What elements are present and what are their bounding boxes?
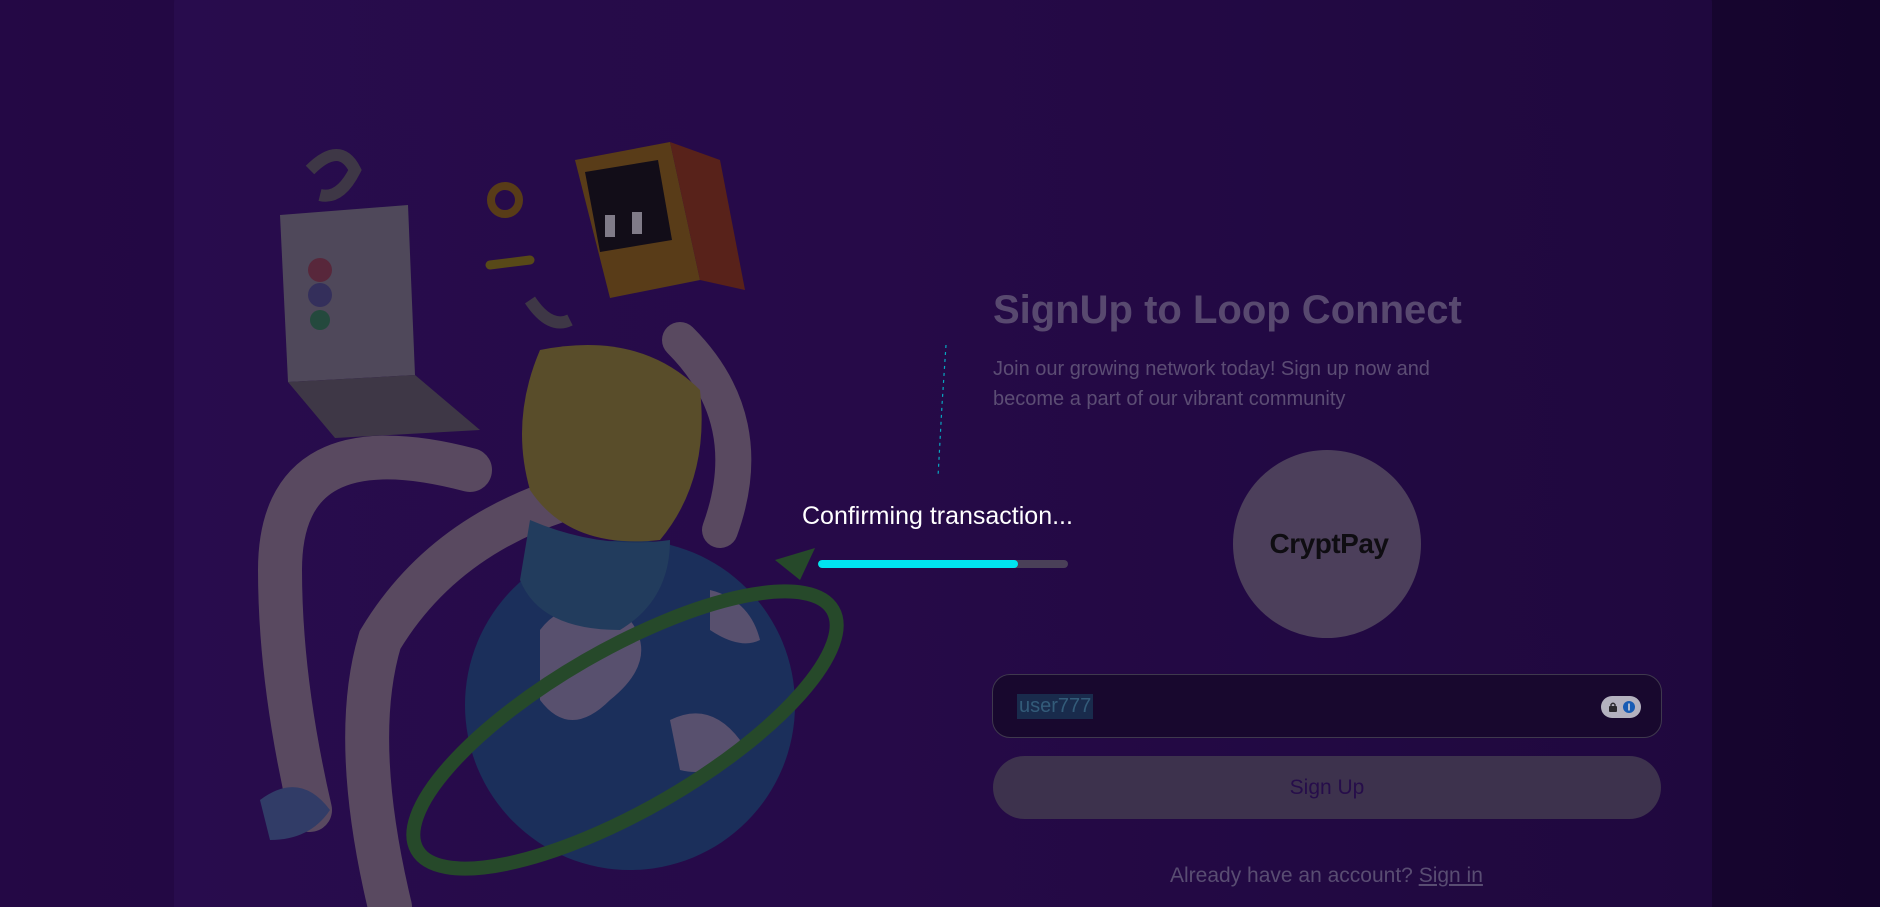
loading-message: Confirming transaction...: [802, 502, 1073, 530]
page: SignUp to Loop Connect Join our growing …: [0, 0, 1880, 907]
progress-bar: [818, 560, 1068, 568]
spinner-icon: [937, 345, 947, 477]
progress-fill: [818, 560, 1018, 568]
